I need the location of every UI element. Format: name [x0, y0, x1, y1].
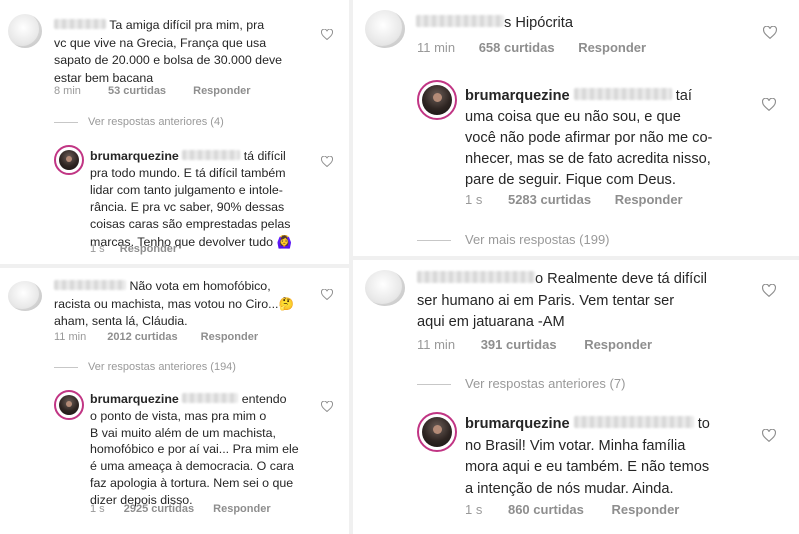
brumarquezine-avatar[interactable]: [54, 390, 84, 420]
like-heart-icon[interactable]: [762, 284, 776, 297]
reply-link[interactable]: Responder: [584, 337, 652, 352]
screenshot-divider: [353, 256, 799, 260]
commenter-avatar[interactable]: [365, 10, 405, 48]
view-more-replies[interactable]: Ver mais respostas (199): [417, 232, 610, 247]
comment-meta: 11 min 2012 curtidas Responder: [54, 331, 282, 343]
censored-username[interactable]: [416, 15, 504, 27]
likes-count[interactable]: 860 curtidas: [508, 502, 584, 517]
screenshot-divider: [0, 264, 349, 268]
censored-username[interactable]: [54, 19, 106, 29]
reply-text: brumarquezine to no Brasil! Vim votar. M…: [465, 416, 710, 497]
likes-count[interactable]: 53 curtidas: [108, 85, 166, 97]
comment-time: 11 min: [417, 40, 456, 55]
like-heart-icon[interactable]: [321, 29, 333, 40]
reply-time: 1 s: [465, 192, 483, 207]
comment-meta: 11 min 391 curtidas Responder: [417, 337, 676, 352]
reply-link[interactable]: Responder: [201, 331, 258, 343]
comment-text: o Realmente deve tá difícil ser humano a…: [417, 271, 707, 330]
comment-text: s Hipócrita: [416, 13, 573, 33]
reply-text: brumarquezine tá difícil pra todo mundo.…: [90, 149, 292, 249]
right-comments-panel: s Hipócrita 11 min 658 curtidas Responde…: [353, 0, 799, 534]
reply-time: 1 s: [90, 243, 105, 255]
likes-count[interactable]: 391 curtidas: [481, 337, 557, 352]
censored-mention[interactable]: [182, 393, 239, 403]
censored-mention[interactable]: [573, 88, 672, 100]
emoji: 🙆‍♀️: [276, 234, 292, 249]
likes-count[interactable]: 2012 curtidas: [107, 331, 177, 343]
reply-link[interactable]: Responder: [193, 85, 250, 97]
censored-username[interactable]: [54, 280, 126, 290]
commenter-avatar[interactable]: [8, 281, 42, 311]
likes-count[interactable]: 5283 curtidas: [508, 192, 591, 207]
reply-time: 1 s: [465, 502, 483, 517]
comment-time: 8 min: [54, 85, 81, 97]
comment-meta: 11 min 658 curtidas Responder: [417, 40, 670, 55]
comment-time: 11 min: [54, 331, 87, 343]
censored-username[interactable]: [417, 271, 535, 283]
like-heart-icon[interactable]: [762, 429, 776, 442]
likes-count[interactable]: 2925 curtidas: [124, 503, 194, 515]
comment-text: Não vota em homofóbico, racista ou machi…: [54, 279, 294, 328]
view-previous-replies[interactable]: Ver respostas anteriores (7): [417, 376, 625, 391]
like-heart-icon[interactable]: [321, 156, 333, 167]
likes-count[interactable]: 658 curtidas: [479, 40, 555, 55]
reply-link[interactable]: Responder: [213, 503, 270, 515]
reply-meta: 1 s 5283 curtidas Responder: [465, 192, 707, 207]
reply-text: brumarquezine entendo o ponto de vista, …: [90, 392, 299, 507]
commenter-avatar[interactable]: [365, 270, 405, 306]
reply-username[interactable]: brumarquezine: [90, 392, 179, 406]
reply-time: 1 s: [90, 503, 105, 515]
reply-username[interactable]: brumarquezine: [465, 416, 570, 432]
reply-text: brumarquezine taí uma coisa que eu não s…: [465, 88, 713, 188]
censored-mention[interactable]: [182, 150, 241, 160]
comment-meta: 8 min 53 curtidas Responder: [54, 85, 275, 97]
brumarquezine-avatar[interactable]: [417, 80, 457, 120]
view-previous-replies[interactable]: Ver respostas anteriores (4): [54, 116, 224, 128]
reply-meta: 1 s Responder: [90, 243, 201, 255]
brumarquezine-avatar[interactable]: [417, 412, 457, 452]
reply-username[interactable]: brumarquezine: [465, 88, 570, 104]
emoji: 🤔: [278, 296, 294, 311]
reply-link[interactable]: Responder: [578, 40, 646, 55]
reply-link[interactable]: Responder: [120, 243, 177, 255]
reply-username[interactable]: brumarquezine: [90, 149, 179, 163]
comment-time: 11 min: [417, 337, 456, 352]
brumarquezine-avatar[interactable]: [54, 145, 84, 175]
comment-text: Ta amiga difícil pra mim, pra vc que viv…: [54, 18, 283, 85]
like-heart-icon[interactable]: [763, 26, 777, 39]
like-heart-icon[interactable]: [321, 289, 333, 300]
like-heart-icon[interactable]: [321, 401, 333, 412]
reply-link[interactable]: Responder: [615, 192, 683, 207]
reply-meta: 1 s 2925 curtidas Responder: [90, 503, 295, 515]
commenter-avatar[interactable]: [8, 14, 42, 48]
like-heart-icon[interactable]: [762, 98, 776, 111]
censored-mention[interactable]: [573, 416, 694, 428]
view-previous-replies[interactable]: Ver respostas anteriores (194): [54, 361, 236, 373]
reply-link[interactable]: Responder: [611, 502, 679, 517]
reply-meta: 1 s 860 curtidas Responder: [465, 502, 703, 517]
